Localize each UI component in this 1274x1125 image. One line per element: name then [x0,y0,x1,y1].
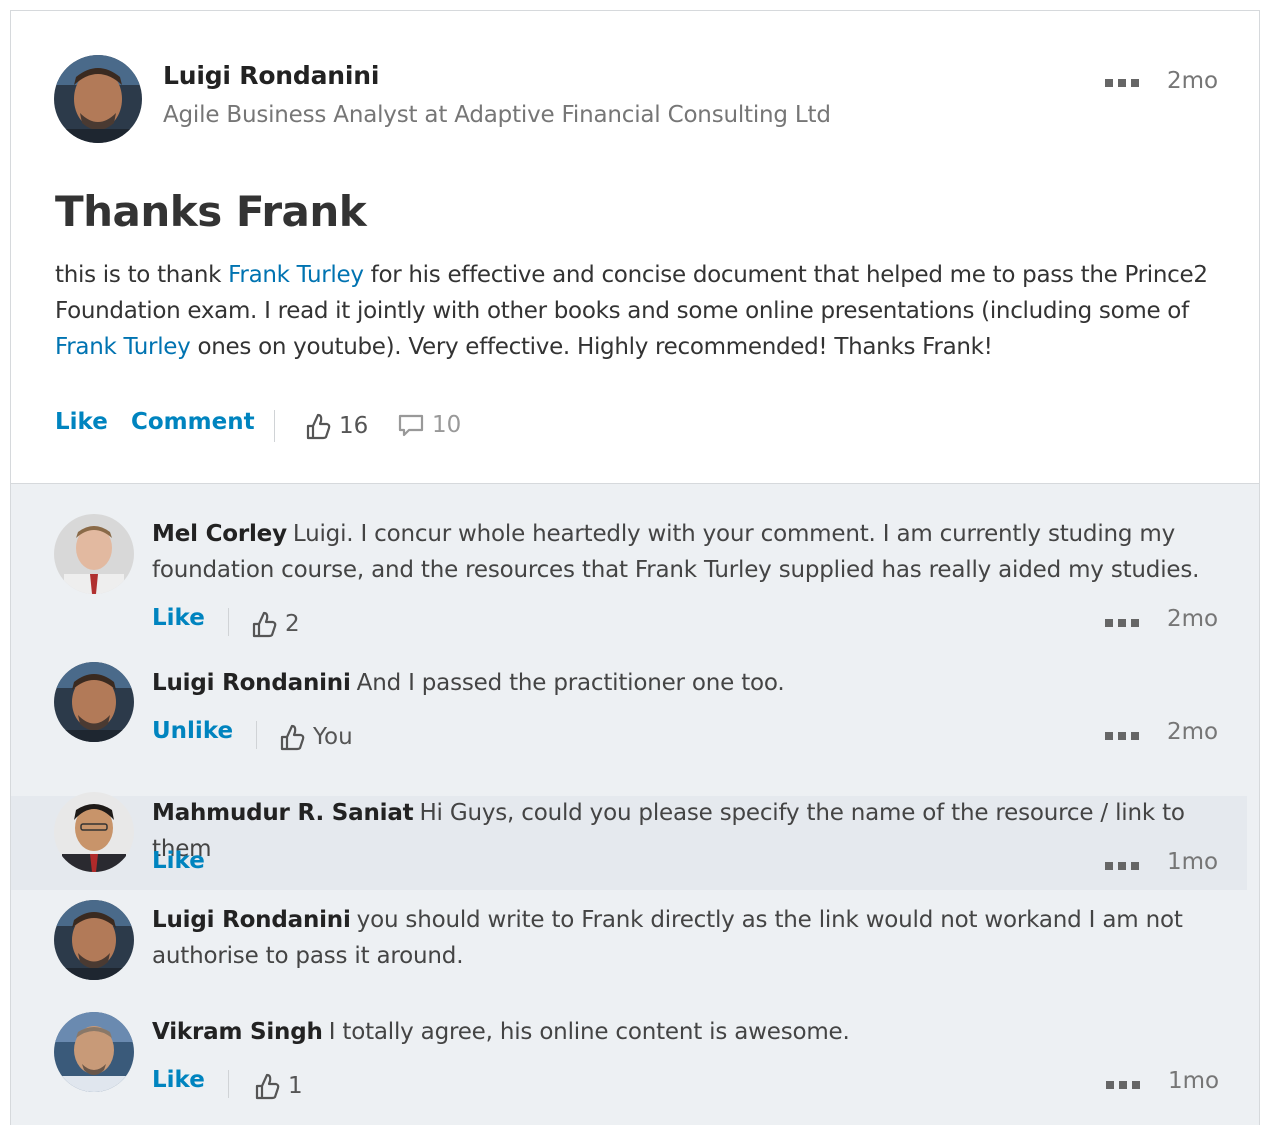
comment-like-count-value: 1 [288,1073,303,1099]
comment-body: And I passed the practitioner one too. [356,670,785,696]
commenter-avatar[interactable] [54,662,134,742]
comment-like-button[interactable]: Like [152,605,205,631]
mention-link[interactable]: Frank Turley [228,262,364,288]
commenter-avatar[interactable] [54,792,134,872]
post-time: 2mo [1167,68,1219,94]
commenter-name[interactable]: Luigi Rondanini [152,670,351,696]
like-count-value: 16 [339,413,369,439]
commenter-avatar[interactable] [54,514,134,594]
post-title: Thanks Frank [55,187,367,236]
thumbs-up-icon [306,413,331,440]
divider [228,608,229,636]
like-count[interactable]: 16 [305,412,368,440]
more-dots-icon[interactable] [1105,619,1139,627]
divider [256,721,257,749]
thumbs-up-icon [280,724,305,751]
thumbs-up-icon [252,611,277,638]
comment-count-value: 10 [432,412,462,438]
commenter-name[interactable]: Mel Corley [152,521,287,547]
comment-count[interactable]: 10 [398,412,461,438]
post-body-text: ones on youtube). Very effective. Highly… [190,334,993,360]
comment-time: 2mo [1167,719,1219,745]
commenter-name[interactable]: Vikram Singh [152,1019,323,1045]
comment-time: 2mo [1167,606,1219,632]
comment-text: Luigi Rondanini And I passed the practiti… [152,665,1232,701]
comments-section: Mel Corley Luigi. I concur whole heartedl… [11,483,1259,1125]
more-dots-icon[interactable] [1105,79,1139,87]
comment-like-count[interactable]: 2 [251,610,300,638]
comment-text: Vikram Singh I totally agree, his online … [152,1014,1232,1050]
post-body: this is to thank Frank Turley for his ef… [55,257,1225,365]
author-avatar[interactable] [54,55,142,143]
comment-like-count[interactable]: You [279,723,353,751]
commenter-avatar[interactable] [54,1012,134,1092]
commenter-name[interactable]: Luigi Rondanini [152,907,351,933]
comment-unlike-button[interactable]: Unlike [152,718,233,744]
divider [228,1070,229,1098]
commenter-avatar[interactable] [54,900,134,980]
comment-body: I totally agree, his online content is a… [328,1019,850,1045]
post-body-text: this is to thank [55,262,229,288]
more-dots-icon[interactable] [1105,732,1139,740]
comment-button[interactable]: Comment [131,409,255,435]
commenter-name[interactable]: Mahmudur R. Saniat [152,800,414,826]
post: Luigi Rondanini Agile Business Analyst a… [11,11,1259,483]
more-dots-icon[interactable] [1105,862,1139,870]
comment-like-button[interactable]: Like [152,1067,205,1093]
more-dots-icon[interactable] [1106,1081,1140,1089]
comment-like-button[interactable]: Like [152,848,205,874]
divider [274,410,275,442]
author-name[interactable]: Luigi Rondanini [163,61,379,90]
mention-link[interactable]: Frank Turley [55,334,191,360]
like-button[interactable]: Like [55,409,108,435]
comment-text: Mel Corley Luigi. I concur whole heartedl… [152,516,1232,588]
comment-body: Luigi. I concur whole heartedly with you… [152,521,1200,583]
author-headline: Agile Business Analyst at Adaptive Finan… [163,102,831,128]
comment-time: 1mo [1168,1068,1220,1094]
comment-like-count[interactable]: 1 [254,1072,303,1100]
comment-like-count-value: You [313,724,353,750]
comment-text: Luigi Rondanini you should write to Frank… [152,902,1232,974]
comment-time: 1mo [1167,849,1219,875]
thumbs-up-icon [255,1073,280,1100]
comment-bubble-icon [398,414,424,437]
post-card: Luigi Rondanini Agile Business Analyst a… [10,10,1260,1125]
comment-text: Mahmudur R. Saniat Hi Guys, could you ple… [152,795,1232,867]
comment-like-count-value: 2 [285,611,300,637]
